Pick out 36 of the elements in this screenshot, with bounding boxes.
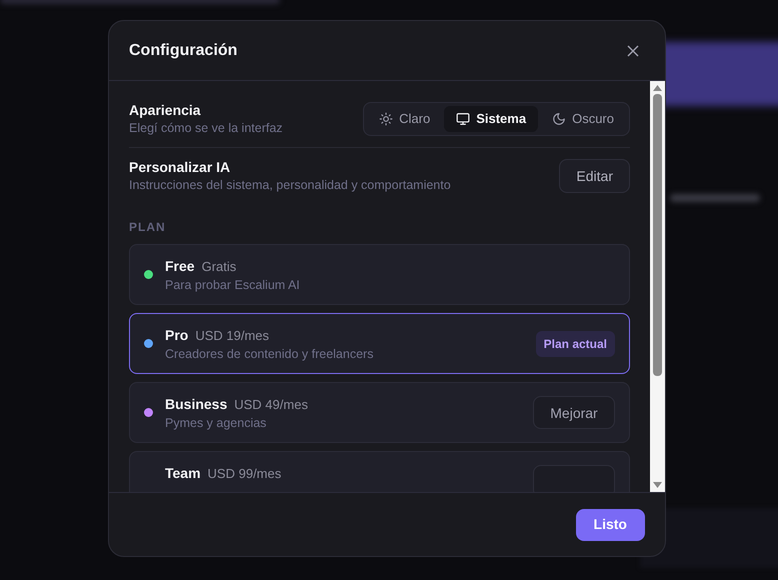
moon-icon [552, 112, 566, 126]
edit-button[interactable]: Editar [559, 159, 630, 193]
scroll-up-icon[interactable] [653, 85, 662, 91]
plan-description: Pymes y agencias [165, 415, 268, 432]
scroll-down-icon[interactable] [653, 482, 662, 488]
plan-name: Business [165, 395, 228, 413]
scrollbar-thumb[interactable] [653, 94, 662, 376]
plan-price: USD 49/mes [234, 396, 308, 414]
plan-name: Free [165, 257, 195, 275]
plan-price: USD 19/mes [195, 327, 270, 345]
plan-price: Gratis [202, 258, 236, 276]
setting-description: Instrucciones del sistema, personalidad y comportamiento [129, 177, 451, 194]
theme-option[interactable]: Claro [367, 106, 442, 132]
current-plan-badge: Plan actual [536, 330, 615, 356]
theme-option[interactable]: Sistema [444, 106, 538, 132]
theme-option[interactable]: Oscuro [540, 106, 626, 132]
plan-price: USD 99/mes [208, 465, 282, 483]
section-heading: PLAN [129, 219, 167, 236]
plan-name: Pro [165, 326, 188, 344]
plan-card[interactable]: Team USD 99/mes [129, 451, 630, 492]
plan-description: Para probar Escalium AI [165, 277, 301, 294]
plan-name: Team [165, 464, 201, 482]
plan-description: Creadores de contenido y freelancers [165, 346, 374, 363]
plan-card[interactable]: Business USD 49/mes Pymes y agencias Mejorar [129, 382, 630, 443]
setting-label: Personalizar IA [129, 158, 232, 176]
close-icon[interactable] [626, 44, 640, 58]
upgrade-button[interactable]: Mejorar [533, 396, 615, 429]
plan-card[interactable]: Pro USD 19/mes Creadores de contenido y freelancers Plan actual [129, 313, 630, 374]
scrollbar[interactable] [650, 81, 665, 492]
done-button[interactable]: Listo [576, 508, 645, 540]
plan-card[interactable]: Free Gratis Para probar Escalium AI [129, 244, 630, 305]
monitor-icon [456, 112, 470, 126]
setting-description: Elegí cómo se ve la interfaz [129, 120, 283, 137]
setting-label: Apariencia [129, 101, 202, 119]
dialog-title: Configuración [129, 40, 238, 60]
sun-icon [379, 112, 394, 126]
